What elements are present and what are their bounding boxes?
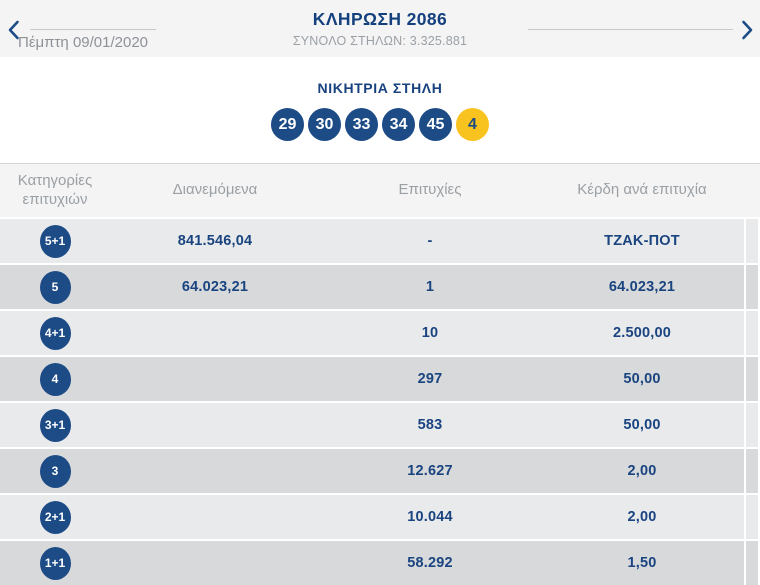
prize-value: 50,00 [623, 417, 661, 433]
table-row-tail [746, 495, 758, 539]
category-cell: 4+1 [0, 316, 110, 350]
winning-column-title: ΝΙΚΗΤΡΙΑ ΣΤΗΛΗ [317, 80, 443, 96]
table-row-tail [746, 357, 758, 401]
category-badge: 4 [39, 362, 71, 396]
next-draw-button[interactable] [738, 18, 756, 42]
table-row-main: 1+1 58.292 1,50 [0, 541, 744, 585]
category-cell: 5+1 [0, 224, 110, 258]
winners-value: 58.292 [407, 555, 453, 571]
prize-value: ΤΖΑΚ-ΠΟΤ [604, 233, 680, 249]
prize-value: 50,00 [623, 371, 661, 387]
distributed-value: 64.023,21 [181, 279, 249, 295]
column-header-winners: Επιτυχίες [398, 181, 462, 199]
winners-value: 297 [417, 371, 443, 387]
winning-column-section: ΝΙΚΗΤΡΙΑ ΣΤΗΛΗ 29 30 33 34 45 4 [0, 57, 760, 163]
winning-number-ball: 34 [382, 108, 415, 141]
chevron-right-icon [741, 20, 754, 40]
table-row-tail [746, 219, 758, 263]
category-badge: 2+1 [39, 500, 71, 534]
category-cell: 4 [0, 362, 110, 396]
category-badge: 5+1 [39, 224, 71, 258]
joker-number-ball: 4 [456, 108, 489, 141]
winning-number-ball: 33 [345, 108, 378, 141]
category-cell: 3+1 [0, 408, 110, 442]
winning-numbers: 29 30 33 34 45 4 [0, 108, 760, 141]
category-badge: 1+1 [39, 546, 71, 580]
category-badge: 5 [39, 270, 71, 304]
column-header-prize: Κέρδη ανά επιτυχία [577, 181, 707, 199]
category-badge: 3 [39, 454, 71, 488]
table-row: 4+1 10 2.500,00 [0, 311, 760, 355]
table-row-main: 2+1 10.044 2,00 [0, 495, 744, 539]
category-cell: 3 [0, 454, 110, 488]
header-divider-right [528, 29, 733, 30]
table-header-row: Κατηγορίες επιτυχιών Διανεμόμενα Επιτυχί… [0, 163, 760, 217]
table-row: 2+1 10.044 2,00 [0, 495, 760, 539]
category-badge: 3+1 [39, 408, 71, 442]
draw-header: ΚΛΗΡΩΣΗ 2086 ΣΥΝΟΛΟ ΣΤΗΛΩΝ: 3.325.881 Πέ… [0, 0, 760, 57]
table-row-main: 3 12.627 2,00 [0, 449, 744, 493]
category-cell: 5 [0, 270, 110, 304]
prize-value: 2.500,00 [612, 325, 672, 341]
results-table: Κατηγορίες επιτυχιών Διανεμόμενα Επιτυχί… [0, 163, 760, 585]
distributed-value: 841.546,04 [177, 233, 253, 249]
joker-draw-results-page: ΚΛΗΡΩΣΗ 2086 ΣΥΝΟΛΟ ΣΤΗΛΩΝ: 3.325.881 Πέ… [0, 0, 760, 585]
table-row-main: 4+1 10 2.500,00 [0, 311, 744, 355]
draw-date: Πέμπτη 09/01/2020 [18, 34, 149, 51]
table-row-main: 4 297 50,00 [0, 357, 744, 401]
prize-value: 2,00 [627, 509, 657, 525]
winning-number-ball: 45 [419, 108, 452, 141]
prize-value: 2,00 [627, 463, 657, 479]
winners-value: 1 [425, 279, 435, 295]
table-row: 3 12.627 2,00 [0, 449, 760, 493]
table-row: 4 297 50,00 [0, 357, 760, 401]
prize-value: 1,50 [627, 555, 657, 571]
winners-value: 12.627 [407, 463, 453, 479]
table-row-main: 5 64.023,21 1 64.023,21 [0, 265, 744, 309]
table-row-tail [746, 403, 758, 447]
winning-number-ball: 29 [271, 108, 304, 141]
winners-value: 10.044 [407, 509, 453, 525]
winners-value: - [427, 233, 433, 249]
table-row-tail [746, 265, 758, 309]
prize-value: 64.023,21 [608, 279, 676, 295]
table-body: 5+1 841.546,04 - ΤΖΑΚ-ΠΟΤ 5 64.023,21 1 … [0, 219, 760, 585]
column-header-categories: Κατηγορίες επιτυχιών [17, 171, 93, 208]
table-row-tail [746, 449, 758, 493]
winners-value: 10 [421, 325, 439, 341]
draw-title: ΚΛΗΡΩΣΗ 2086 [312, 9, 448, 29]
category-cell: 1+1 [0, 546, 110, 580]
category-cell: 2+1 [0, 500, 110, 534]
winning-number-ball: 30 [308, 108, 341, 141]
column-header-distributed: Διανεμόμενα [172, 181, 258, 199]
header-divider-left [30, 29, 156, 30]
table-row-main: 3+1 583 50,00 [0, 403, 744, 447]
table-row-tail [746, 311, 758, 355]
table-row: 5 64.023,21 1 64.023,21 [0, 265, 760, 309]
table-row: 1+1 58.292 1,50 [0, 541, 760, 585]
table-row-main: 5+1 841.546,04 - ΤΖΑΚ-ΠΟΤ [0, 219, 744, 263]
table-row: 3+1 583 50,00 [0, 403, 760, 447]
table-row-tail [746, 541, 758, 585]
category-badge: 4+1 [39, 316, 71, 350]
table-row: 5+1 841.546,04 - ΤΖΑΚ-ΠΟΤ [0, 219, 760, 263]
winners-value: 583 [417, 417, 443, 433]
